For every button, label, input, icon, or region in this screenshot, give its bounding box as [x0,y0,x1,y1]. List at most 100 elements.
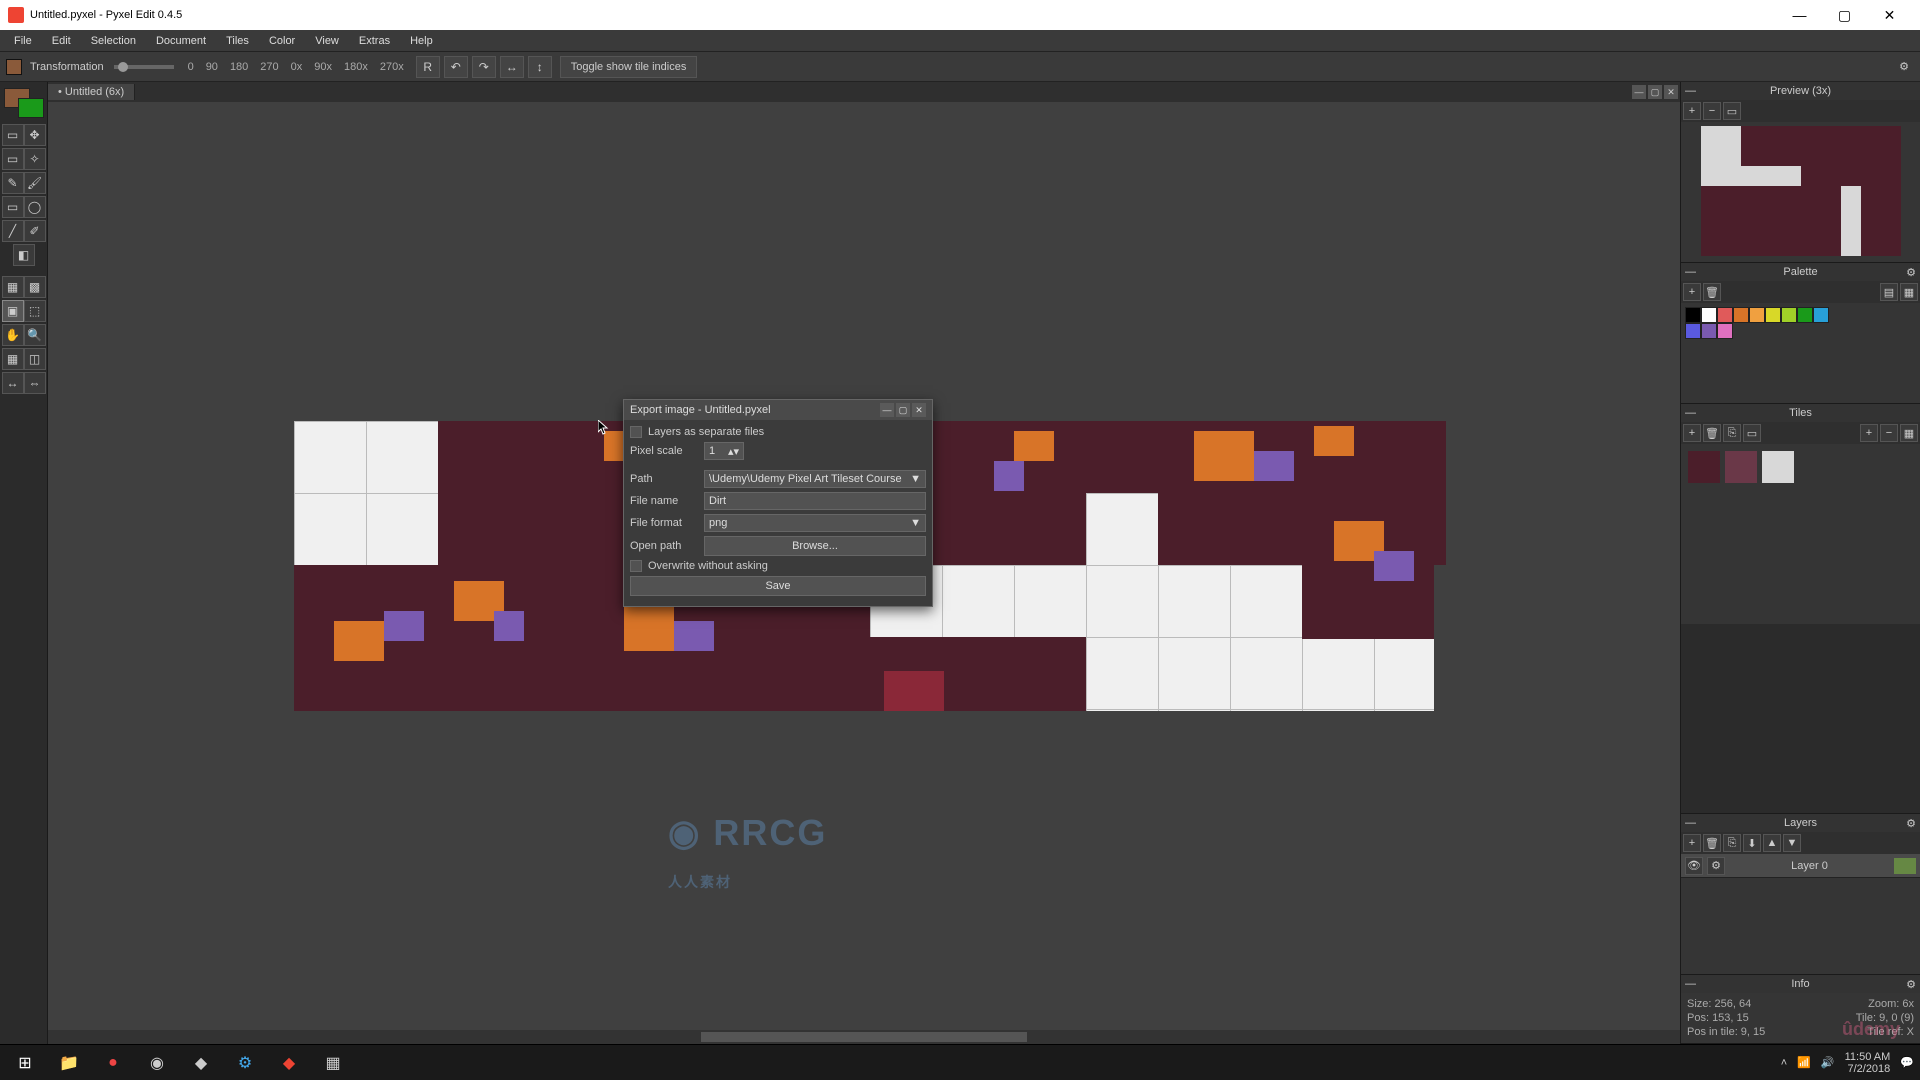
palette-mode-a[interactable]: ▤ [1880,283,1898,301]
toggle-tile-indices-button[interactable]: Toggle show tile indices [560,56,698,78]
eyedropper-tool[interactable]: ✐ [24,220,46,242]
layer-up[interactable]: ▲ [1763,834,1781,852]
overwrite-checkbox[interactable] [630,560,642,572]
info-collapse-icon[interactable]: — [1685,978,1696,990]
layers-settings-icon[interactable]: ⚙ [1906,817,1916,830]
menu-tiles[interactable]: Tiles [216,33,259,49]
palette-color[interactable] [1717,307,1733,323]
taskbar-chrome[interactable]: ● [94,1048,132,1078]
background-color[interactable] [18,98,44,118]
horizontal-scrollbar[interactable] [48,1030,1680,1044]
dialog-maximize[interactable]: ▢ [896,403,910,417]
palette-color[interactable] [1813,307,1829,323]
tray-notifications-icon[interactable]: 💬 [1900,1056,1914,1069]
tile-thumb[interactable] [1688,451,1720,483]
tile-select-tool[interactable]: ⬚ [24,300,46,322]
menu-help[interactable]: Help [400,33,443,49]
dialog-titlebar[interactable]: Export image - Untitled.pyxel — ▢ ✕ [624,400,932,420]
document-tab[interactable]: • Untitled (6x) [48,84,135,100]
select-tool[interactable]: ▭ [2,148,24,170]
palette-color[interactable] [1685,323,1701,339]
tile-place-tool[interactable]: ▣ [2,300,24,322]
tray-volume-icon[interactable]: 🔊 [1821,1056,1835,1069]
transformation-slider[interactable] [114,65,174,69]
rotate-right-button[interactable]: ↷ [472,56,496,78]
palette-settings-icon[interactable]: ⚙ [1906,266,1916,279]
palette-grid[interactable] [1685,307,1829,339]
doc-maximize[interactable]: ▢ [1648,85,1662,99]
taskbar-explorer[interactable]: 📁 [50,1048,88,1078]
tiles-list[interactable] [1681,444,1920,624]
color-swatches[interactable] [4,88,44,118]
menu-file[interactable]: File [4,33,42,49]
tray-up-icon[interactable]: ˄ [1781,1057,1787,1069]
layer-add[interactable]: + [1683,834,1701,852]
taskbar-app2[interactable]: ⚙ [226,1048,264,1078]
flip-h-button[interactable]: ↔ [500,56,524,78]
palette-color[interactable] [1781,307,1797,323]
palette-color[interactable] [1717,323,1733,339]
pan-tool[interactable]: ⇔ [24,372,46,394]
browse-button[interactable]: Browse... [704,536,926,556]
layer-row[interactable]: 👁 ⚙ Layer 0 [1681,854,1920,878]
grid-tool[interactable]: ▦ [2,348,24,370]
pointer-tool[interactable]: ▭ [2,124,24,146]
tile-thumb[interactable] [1762,451,1794,483]
layer-settings-icon[interactable]: ⚙ [1707,857,1725,875]
palette-color[interactable] [1701,323,1717,339]
tiles-grid[interactable]: ▦ [1900,424,1918,442]
taskbar-clock[interactable]: 11:50 AM 7/2/2018 [1845,1051,1891,1075]
hand-tool[interactable]: ✋ [2,324,24,346]
tiles-clear[interactable]: ▭ [1743,424,1761,442]
start-button[interactable]: ⊞ [6,1048,44,1078]
rotate-left-button[interactable]: ↶ [444,56,468,78]
toolbar-swatch[interactable] [6,59,22,75]
taskbar-pyxel[interactable]: ◆ [270,1048,308,1078]
tile-thumb[interactable] [1725,451,1757,483]
zoom-tool[interactable]: 🔍 [24,324,46,346]
system-tray[interactable]: ˄ 📶 🔊 11:50 AM 7/2/2018 💬 [1781,1051,1914,1075]
format-dropdown[interactable]: png▼ [704,514,926,532]
tiles-zoom-out[interactable]: − [1880,424,1898,442]
path-dropdown[interactable]: \Udemy\Udemy Pixel Art Tileset Course▼ [704,470,926,488]
palette-color[interactable] [1797,307,1813,323]
move-tool[interactable]: ✥ [24,124,46,146]
layer-visible-icon[interactable]: 👁 [1685,857,1703,875]
menu-view[interactable]: View [305,33,349,49]
preview-zoom-in[interactable]: + [1683,102,1701,120]
tiles-add[interactable]: + [1683,424,1701,442]
tile-draw-tool[interactable]: ▦ [2,276,24,298]
doc-close[interactable]: ✕ [1664,85,1678,99]
window-minimize[interactable]: — [1777,0,1822,30]
settings-icon[interactable]: ⚙ [1894,57,1914,77]
tray-network-icon[interactable]: 📶 [1797,1056,1811,1069]
preview-canvas[interactable] [1681,122,1920,262]
palette-add[interactable]: + [1683,283,1701,301]
menu-extras[interactable]: Extras [349,33,400,49]
tiles-dup[interactable]: ⎘ [1723,424,1741,442]
reset-rotation-button[interactable]: R [416,56,440,78]
palette-color[interactable] [1701,307,1717,323]
menu-color[interactable]: Color [259,33,305,49]
arrow-tool[interactable]: ↔ [2,372,24,394]
info-settings-icon[interactable]: ⚙ [1906,978,1916,991]
layer-dup[interactable]: ⎘ [1723,834,1741,852]
save-button[interactable]: Save [630,576,926,596]
menu-selection[interactable]: Selection [81,33,146,49]
preview-fit[interactable]: ▭ [1723,102,1741,120]
circle-tool[interactable]: ◯ [24,196,46,218]
layers-separate-checkbox[interactable] [630,426,642,438]
palette-mode-b[interactable]: ▦ [1900,283,1918,301]
dialog-minimize[interactable]: — [880,403,894,417]
pixel-scale-stepper[interactable]: 1▴▾ [704,442,744,460]
rect-tool[interactable]: ▭ [2,196,24,218]
palette-color[interactable] [1749,307,1765,323]
brush-tool[interactable]: 🖌 [24,172,46,194]
line-tool[interactable]: ╱ [2,220,24,242]
dialog-close[interactable]: ✕ [912,403,926,417]
wand-tool[interactable]: ✧ [24,148,46,170]
palette-color[interactable] [1765,307,1781,323]
window-maximize[interactable]: ▢ [1822,0,1867,30]
taskbar-app3[interactable]: ▦ [314,1048,352,1078]
window-close[interactable]: ✕ [1867,0,1912,30]
